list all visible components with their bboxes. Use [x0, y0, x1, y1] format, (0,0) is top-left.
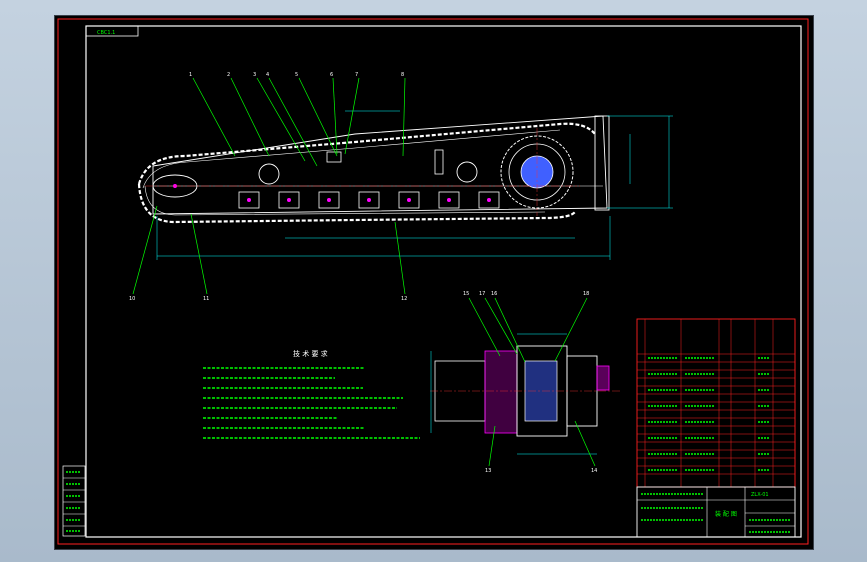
- parts-list-grid-horizontal: [637, 353, 795, 475]
- dimensions: [156, 110, 673, 260]
- parts-list-grid-vertical: [644, 319, 774, 487]
- leader-18: [554, 297, 588, 362]
- upper-roller-2: [456, 161, 478, 183]
- roller-hubs: [247, 198, 491, 202]
- upper-chain-inner: [142, 129, 561, 189]
- tech-requirements-title: 技 术 要 求: [293, 349, 328, 358]
- leader-15: [468, 297, 501, 357]
- lower-chain: [137, 183, 576, 224]
- tension-block: [326, 151, 342, 163]
- leader-1: [192, 77, 236, 157]
- part-number: 10: [129, 296, 135, 302]
- part-numbers-top: 1 2 3 4 5 6 7 8: [189, 72, 404, 78]
- part-numbers-bottom: 10 11 12: [129, 296, 407, 302]
- part-number: 2: [227, 72, 230, 78]
- part-number: 16: [491, 291, 497, 297]
- part-number: 8: [401, 72, 404, 78]
- upper-roller-1: [258, 163, 280, 185]
- leader-14: [574, 420, 596, 467]
- leader-6: [332, 77, 338, 155]
- seal: [596, 365, 610, 391]
- leader-10: [132, 205, 158, 295]
- drawing-title: 装 配 图: [715, 510, 737, 518]
- parts-list-border: [636, 318, 796, 488]
- part-number: 11: [203, 296, 209, 302]
- track-assembly-view: 1 2 3 4 5 6 7 8 10 11 12: [129, 72, 673, 302]
- technical-requirements: 技 术 要 求: [203, 349, 420, 439]
- leader-8: [402, 77, 406, 157]
- leader-5: [298, 77, 338, 157]
- section-view: 15 17 16 18 13 14: [430, 291, 620, 474]
- roller-hub: [447, 198, 451, 202]
- part-number: 1: [189, 72, 192, 78]
- hatched-housing: [484, 350, 518, 434]
- sheet-inner-border: [85, 25, 802, 538]
- part-number: 3: [253, 72, 256, 78]
- roller-hub: [247, 198, 251, 202]
- signature-labels: [66, 471, 81, 532]
- leader-16: [484, 297, 518, 355]
- parts-list-entries: [648, 357, 770, 471]
- leader-12: [394, 221, 406, 295]
- part-number: 7: [355, 72, 358, 78]
- lower-chain-inner: [144, 185, 546, 216]
- roller-hub: [407, 198, 411, 202]
- part-number: 14: [591, 468, 597, 474]
- left-signature-column: [62, 465, 86, 537]
- part-number: 5: [295, 72, 298, 78]
- part-number: 18: [583, 291, 589, 297]
- title-block: 装 配 图 ZLX-01: [636, 486, 796, 538]
- roller-hub: [367, 198, 371, 202]
- frame-slot: [434, 149, 444, 175]
- part-number: 4: [266, 72, 269, 78]
- part-number: 6: [330, 72, 333, 78]
- part-number: 12: [401, 296, 407, 302]
- part-number: 17: [479, 291, 485, 297]
- leader-2: [230, 77, 270, 157]
- corner-tag: CBC1.1: [97, 30, 115, 36]
- tech-requirements-text: [203, 367, 420, 439]
- part-number: 15: [463, 291, 469, 297]
- roller-hub: [327, 198, 331, 202]
- roller-hub: [287, 198, 291, 202]
- leader-11: [190, 213, 208, 295]
- drawing-code: ZLX-01: [751, 492, 769, 498]
- signature-box: [62, 465, 86, 537]
- parts-list: [636, 318, 796, 488]
- leader-4: [268, 77, 318, 167]
- cad-canvas[interactable]: CBC1.1 1 2 3 4 5 6 7 8 10 11 12 15 17 16…: [54, 15, 814, 550]
- cad-drawing: CBC1.1 1 2 3 4 5 6 7 8 10 11 12 15 17 16…: [57, 18, 809, 545]
- roller-hub: [487, 198, 491, 202]
- part-number: 13: [485, 468, 491, 474]
- signature-rows: [63, 477, 85, 527]
- sheet-outer-border: [57, 18, 809, 545]
